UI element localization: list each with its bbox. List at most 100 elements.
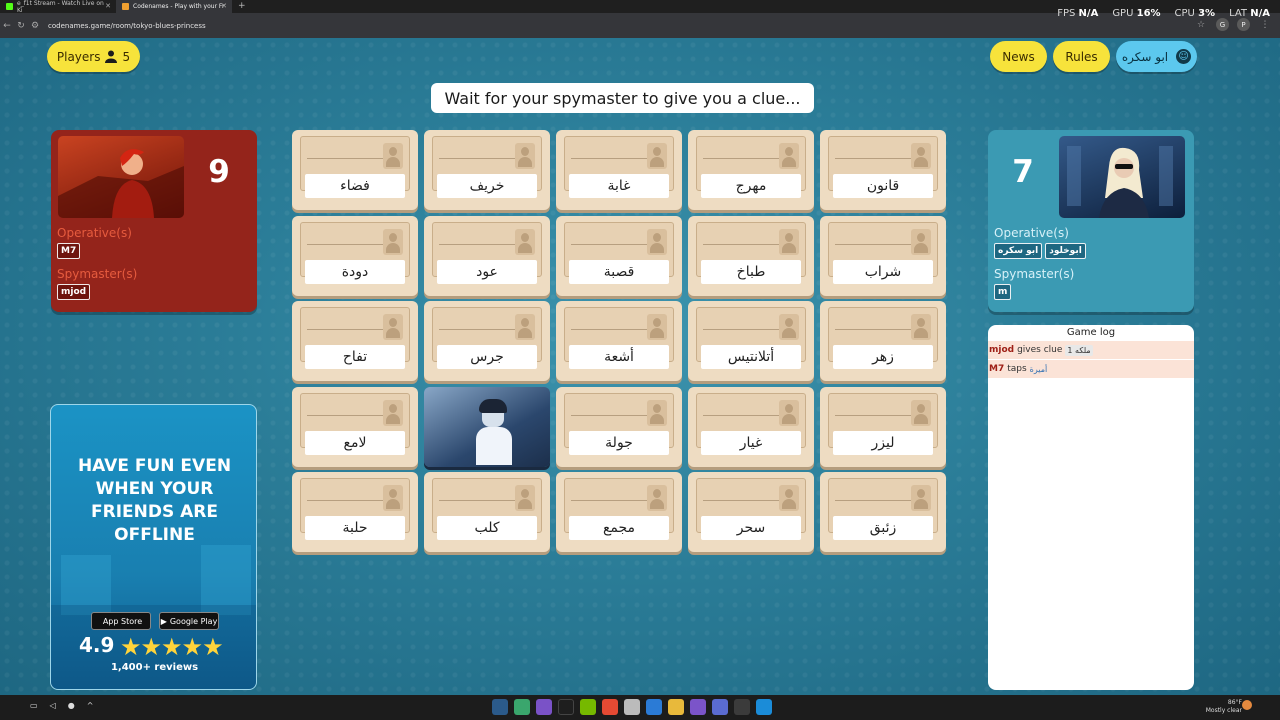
weather-widget[interactable]: 86°F Mostly clear [1206,699,1242,715]
steam-icon[interactable] [492,699,508,715]
word-card[interactable]: غابة [556,130,682,210]
silhouette-icon [515,143,535,169]
word-card[interactable]: ليزر [820,386,946,467]
card-word: قصبة [569,259,669,284]
tab-codenames[interactable]: Codenames - Play with your Fr ✕ [116,0,232,13]
blue-spymasters-label: Spymaster(s) [994,267,1075,281]
microphone-icon[interactable]: ● [68,701,75,710]
tab-stream[interactable]: e_f1t Stream - Watch Live on Ki ✕ [0,0,116,14]
volume-icon[interactable]: ◁ [50,701,56,710]
red-team-portrait [58,136,184,218]
app-icon[interactable] [514,699,530,715]
silhouette-icon [383,143,403,169]
word-card[interactable]: كلب [424,472,550,552]
player-chip[interactable]: ابوخلود [1045,243,1086,259]
log-entry: M7 taps أميرة [988,360,1194,378]
blue-operatives-label: Operative(s) [994,226,1069,240]
copilot-icon[interactable] [712,699,728,715]
word-card[interactable]: مجمع [556,472,682,552]
word-board: فضاء خريف غابة مهرج قانون دودة عود قصبة طباخ شراب… [292,130,947,553]
new-tab-button[interactable]: + [232,0,252,13]
word-card[interactable]: حلبة [292,472,418,552]
folder-icon[interactable] [668,699,684,715]
word-card[interactable]: غيار [688,386,814,467]
word-card[interactable]: أتلانتيس [688,301,814,381]
site-info-icon[interactable]: ⚙ [28,21,42,31]
url-field[interactable]: codenames.game/room/tokyo-blues-princess [48,22,206,30]
silhouette-icon [911,228,931,255]
word-card[interactable]: مهرج [688,130,814,210]
word-card[interactable]: خريف [424,130,550,210]
silhouette-icon [911,314,931,340]
silhouette-icon [383,485,403,511]
word-card[interactable]: عود [424,215,550,296]
promo-banner[interactable]: HAVE FUN EVEN WHEN YOUR FRIENDS ARE OFFL… [50,404,257,690]
card-word: طباخ [701,259,801,284]
user-button[interactable]: ابو سكره ☺ [1116,41,1197,72]
weather-desc: Mostly clear [1205,707,1242,714]
username: ابو سكره [1121,49,1169,64]
player-chip[interactable]: M7 [57,243,81,259]
word-card[interactable]: شراب [820,215,946,296]
discord-icon[interactable] [536,699,552,715]
word-card[interactable]: جرس [424,301,550,381]
word-card[interactable]: زئبق [820,472,946,552]
red-team-panel: 9 Operative(s) M7 Spymaster(s) mjod [51,130,257,312]
teams-icon[interactable] [690,699,706,715]
reload-icon[interactable]: ↻ [14,21,28,31]
rating-stars: ★★★★★ [120,633,224,661]
player-chip[interactable]: ابو سكره [994,243,1043,259]
close-icon[interactable]: ✕ [221,2,227,10]
word-card[interactable]: أشعة [556,301,682,381]
silhouette-icon [779,399,799,426]
back-icon[interactable]: ← [0,21,14,31]
red-operatives-list: M7 [57,243,81,259]
word-card[interactable]: تفاح [292,301,418,381]
word-card[interactable]: دودة [292,215,418,296]
news-button[interactable]: News [990,41,1047,72]
google-play-button[interactable]: ▶ Google Play [159,612,219,630]
card-word: مهرج [701,174,801,198]
word-card[interactable]: طباخ [688,215,814,296]
smiley-icon: ☺ [1176,49,1192,64]
silhouette-icon [515,314,535,340]
network-icon[interactable]: ▭ [30,701,38,710]
players-label: Players [56,49,101,64]
silhouette-icon [647,143,667,169]
edge-icon[interactable] [646,699,662,715]
word-card[interactable]: جولة [556,386,682,467]
red-team-score: 9 [208,154,230,190]
player-chip[interactable]: mjod [57,284,91,300]
word-card[interactable]: قانون [820,130,946,210]
word-card[interactable]: قصبة [556,215,682,296]
silhouette-icon [647,399,667,426]
app-store-button[interactable]: App Store [91,612,151,630]
chrome-icon[interactable] [602,699,618,715]
word-card[interactable]: لامع [292,386,418,467]
close-icon[interactable]: ✕ [105,2,111,10]
card-word: أشعة [569,345,669,369]
players-button[interactable]: Players 5 [47,41,140,72]
latency-readout: LAT N/A [1229,7,1270,19]
rating-value: 4.9 [79,633,115,657]
rules-button[interactable]: Rules [1053,41,1110,72]
revealed-card[interactable] [424,386,550,467]
log-action: gives clue [1017,345,1063,355]
terminal-icon[interactable] [558,699,574,715]
tab-label: e_f1t Stream - Watch Live on Ki [17,0,104,14]
settings-icon[interactable] [624,699,640,715]
search-icon[interactable] [734,699,750,715]
word-card[interactable]: سحر [688,472,814,552]
log-entry: mjod gives clue ملكه 1 [988,341,1194,359]
chevron-up-icon[interactable]: ^ [87,701,94,710]
player-chip[interactable]: m [994,284,1012,300]
silhouette-icon [779,228,799,255]
silhouette-icon [911,399,931,426]
nvidia-icon[interactable] [580,699,596,715]
word-card[interactable]: زهر [820,301,946,381]
performance-overlay: FPS N/A GPU 16% CPU 3% LAT N/A [1057,0,1270,26]
start-icon[interactable] [756,699,772,715]
card-word: جرس [437,345,537,369]
word-card[interactable]: فضاء [292,130,418,210]
blue-team-portrait [1059,136,1185,218]
